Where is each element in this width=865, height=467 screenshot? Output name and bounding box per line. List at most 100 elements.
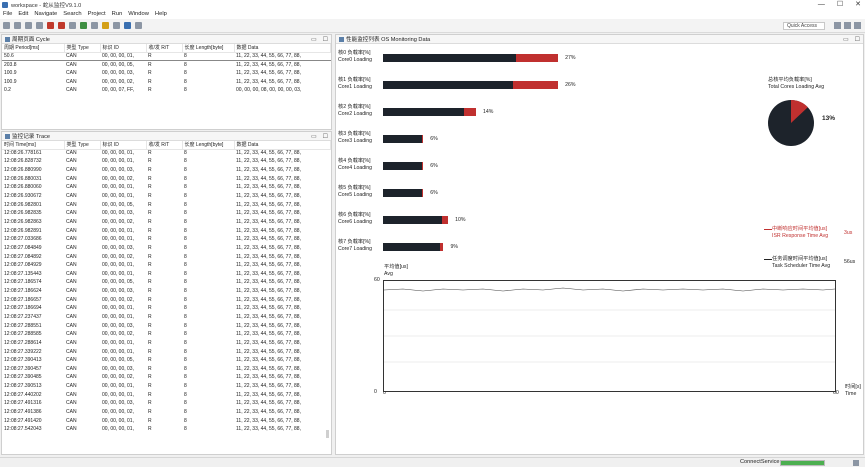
core-label-cn: 核1 负载率[%] — [338, 77, 371, 83]
monitor-panel-title: 性能监控列表 OS Monitoring Data — [346, 37, 431, 43]
table-row[interactable]: 203.8 CAN 00, 00, 00, 05, R 8 11, 22, 33, 44,… — [2, 61, 331, 70]
table-cell: 8 — [184, 348, 187, 355]
table-row[interactable]: 12:08:26.880990 CAN 00, 00, 00, 03, R 8 11, 2… — [2, 166, 331, 175]
menu-help[interactable]: Help — [155, 11, 167, 17]
table-cell: 00, 00, 07, FF, — [102, 87, 134, 94]
col-id[interactable]: 标识 ID — [100, 44, 147, 53]
table-cell: R — [148, 167, 152, 174]
maximize-view-icon[interactable]: ☐ — [323, 133, 328, 140]
table-row[interactable]: 12:08:27.491386 CAN 00, 00, 00, 02, R 8 11, 2… — [2, 408, 331, 417]
col-id[interactable]: 标识 ID — [100, 141, 147, 150]
col-type[interactable]: 类型 Type — [64, 44, 101, 53]
col-length[interactable]: 长度 Length[byte] — [182, 44, 235, 53]
table-row[interactable]: 12:08:27.390513 CAN 00, 00, 00, 01, R 8 11, 2… — [2, 382, 331, 391]
layout-icon[interactable] — [854, 22, 861, 29]
table-row[interactable]: 12:08:27.440202 CAN 00, 00, 00, 01, R 8 11, 2… — [2, 391, 331, 400]
table-row[interactable]: 0.2 CAN 00, 00, 07, FF, R 8 00, 00, 00, 08, 0… — [2, 86, 331, 95]
table-row[interactable]: 12:08:27.491316 CAN 00, 00, 00, 03, R 8 11, 2… — [2, 400, 331, 409]
trace-scrollbar[interactable] — [326, 430, 329, 438]
table-row[interactable]: 100.9 CAN 00, 00, 00, 02, R 8 11, 22, 33, 44,… — [2, 78, 331, 87]
table-row[interactable]: 12:08:27.288614 CAN 00, 00, 00, 01, R 8 11, 2… — [2, 339, 331, 348]
minimize-view-icon[interactable]: ▭ — [311, 36, 317, 43]
record-icon[interactable] — [47, 22, 54, 29]
table-cell: R — [148, 184, 152, 191]
core-loading-bar-red — [421, 189, 424, 197]
save-all-icon[interactable] — [25, 22, 32, 29]
table-row[interactable]: 12:08:27.390485 CAN 00, 00, 00, 02, R 8 11, 2… — [2, 374, 331, 383]
save-icon[interactable] — [14, 22, 21, 29]
trace-panel-title: 监控记录 Trace — [12, 134, 51, 140]
menu-project[interactable]: Project — [88, 11, 106, 17]
table-row[interactable]: 12:08:27.135443 CAN 00, 00, 00, 01, R 8 11, 2… — [2, 270, 331, 279]
perspective-icon[interactable] — [834, 22, 841, 29]
minimize-button[interactable]: — — [818, 0, 825, 9]
menu-edit[interactable]: Edit — [18, 11, 28, 17]
table-row[interactable]: 12:08:27.186574 CAN 00, 00, 00, 05, R 8 11, 2… — [2, 279, 331, 288]
back-icon[interactable] — [124, 22, 131, 29]
table-cell: 8 — [184, 305, 187, 312]
maximize-view-icon[interactable]: ☐ — [855, 36, 860, 43]
col-data[interactable]: 数据 Data — [234, 141, 331, 150]
external-tools-icon[interactable] — [91, 22, 98, 29]
forward-icon[interactable] — [135, 22, 142, 29]
debug-icon[interactable] — [69, 22, 76, 29]
menu-search[interactable]: Search — [63, 11, 81, 17]
table-row[interactable]: 12:08:27.186694 CAN 00, 00, 00, 01, R 8 11, 2… — [2, 305, 331, 314]
menu-file[interactable]: File — [3, 11, 12, 17]
new-icon[interactable] — [3, 22, 10, 29]
table-row[interactable]: 12:08:27.186624 CAN 00, 00, 00, 03, R 8 11, 2… — [2, 287, 331, 296]
table-cell: 11, 22, 33, 44, 55, 66, 77, 88, — [236, 288, 301, 295]
table-cell: 8 — [184, 210, 187, 217]
table-cell: 12:08:26.930672 — [4, 193, 42, 200]
table-row[interactable]: 12:08:27.390413 CAN 00, 00, 00, 05, R 8 11, 2… — [2, 356, 331, 365]
table-row[interactable]: 12:08:26.880060 CAN 00, 00, 00, 01, R 8 11, 2… — [2, 184, 331, 193]
stop-icon[interactable] — [58, 22, 65, 29]
table-row[interactable]: 12:08:27.033686 CAN 00, 00, 00, 01, R 8 11, 2… — [2, 235, 331, 244]
table-row[interactable]: 12:08:27.339222 CAN 00, 00, 00, 01, R 8 11, 2… — [2, 348, 331, 357]
run-icon[interactable] — [80, 22, 87, 29]
print-icon[interactable] — [36, 22, 43, 29]
table-row[interactable]: 12:08:26.982891 CAN 00, 00, 00, 01, R 8 11, 2… — [2, 227, 331, 236]
minimize-view-icon[interactable]: ▭ — [843, 36, 849, 43]
table-row[interactable]: 12:08:26.880031 CAN 00, 00, 00, 02, R 8 11, 2… — [2, 175, 331, 184]
table-row[interactable]: 12:08:26.982863 CAN 00, 00, 00, 02, R 8 11, 2… — [2, 218, 331, 227]
maximize-button[interactable]: ☐ — [837, 0, 843, 9]
task-label-en: Task Scheduler Time Avg — [772, 263, 831, 269]
quick-access-input[interactable]: Quick Access — [783, 22, 825, 30]
table-row[interactable]: 12:08:26.982801 CAN 00, 00, 00, 05, R 8 11, 2… — [2, 201, 331, 210]
menu-window[interactable]: Window — [128, 11, 149, 17]
table-row[interactable]: 12:08:27.084929 CAN 00, 00, 00, 01, R 8 11, 2… — [2, 261, 331, 270]
minimize-view-icon[interactable]: ▭ — [311, 133, 317, 140]
table-row[interactable]: 12:08:27.186657 CAN 00, 00, 00, 02, R 8 11, 2… — [2, 296, 331, 305]
table-row[interactable]: 12:08:27.288551 CAN 00, 00, 00, 03, R 8 11, 2… — [2, 322, 331, 331]
open-perspective-icon[interactable] — [844, 22, 851, 29]
table-row[interactable]: 12:08:27.288585 CAN 00, 00, 00, 02, R 8 11, 2… — [2, 330, 331, 339]
table-row[interactable]: 12:08:26.930672 CAN 00, 00, 00, 01, R 8 11, 2… — [2, 192, 331, 201]
table-cell: 12:08:26.982863 — [4, 218, 42, 225]
col-rt[interactable]: 收/发 R/T — [146, 141, 183, 150]
col-period[interactable]: 周期 Period[ms] — [2, 44, 65, 53]
annotation-icon[interactable] — [113, 22, 120, 29]
col-time[interactable]: 时间 Time[ms] — [2, 141, 65, 150]
table-row[interactable]: 12:08:27.237437 CAN 00, 00, 00, 01, R 8 11, 2… — [2, 313, 331, 322]
table-row[interactable]: 12:08:26.982835 CAN 00, 00, 00, 03, R 8 11, 2… — [2, 209, 331, 218]
table-row[interactable]: 12:08:27.542043 CAN 00, 00, 00, 01, R 8 11, 2… — [2, 426, 331, 435]
col-type[interactable]: 类型 Type — [64, 141, 101, 150]
maximize-view-icon[interactable]: ☐ — [323, 36, 328, 43]
table-row[interactable]: 12:08:27.491420 CAN 00, 00, 00, 01, R 8 11, 2… — [2, 417, 331, 426]
table-row[interactable]: 12:08:26.828732 CAN 00, 00, 00, 01, R 8 11, 2… — [2, 158, 331, 167]
table-row[interactable]: 100.9 CAN 00, 00, 00, 03, R 8 11, 22, 33, 44,… — [2, 69, 331, 78]
table-row[interactable]: 12:08:27.390457 CAN 00, 00, 00, 03, R 8 11, 2… — [2, 365, 331, 374]
status-icon[interactable] — [853, 460, 859, 466]
pencil-icon[interactable] — [102, 22, 109, 29]
table-row[interactable]: 50.6 CAN 00, 00, 00, 01, R 8 11, 22, 33, 44, … — [2, 51, 331, 62]
menu-navigate[interactable]: Navigate — [34, 11, 57, 17]
col-rt[interactable]: 收/发 R/T — [146, 44, 183, 53]
table-row[interactable]: 12:08:26.778161 CAN 00, 00, 00, 01, R 8 11, 2… — [2, 149, 331, 158]
table-row[interactable]: 12:08:27.084849 CAN 00, 00, 00, 03, R 8 11, 2… — [2, 244, 331, 253]
menu-run[interactable]: Run — [112, 11, 123, 17]
table-row[interactable]: 12:08:27.084892 CAN 00, 00, 00, 02, R 8 11, 2… — [2, 253, 331, 262]
col-length[interactable]: 长度 Length[byte] — [182, 141, 235, 150]
close-button[interactable]: ✕ — [855, 0, 861, 9]
col-data[interactable]: 数据 Data — [234, 44, 331, 53]
